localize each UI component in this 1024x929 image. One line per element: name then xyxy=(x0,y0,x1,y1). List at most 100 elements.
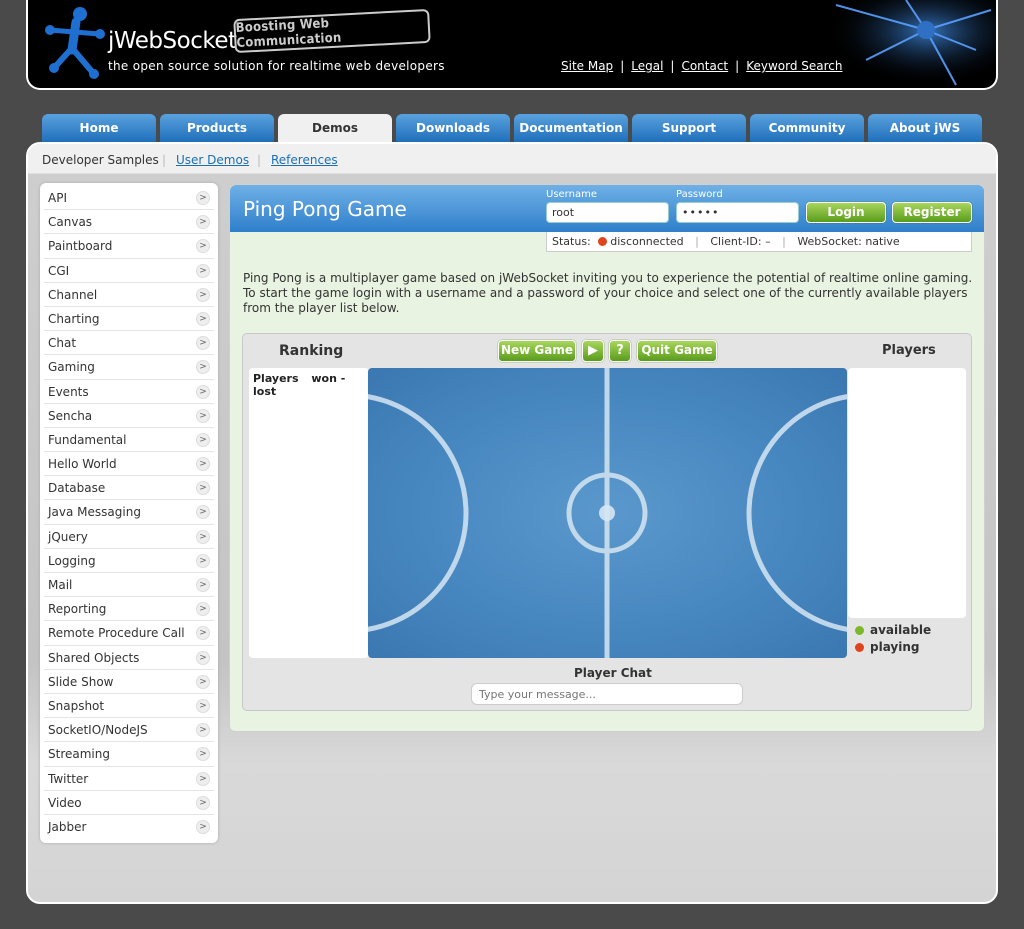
ranking-list: Players won - lost xyxy=(249,368,369,658)
sidebar-item-label: Jabber xyxy=(48,819,87,834)
chevron-right-icon: > xyxy=(196,819,210,834)
sidebar-item-database[interactable]: Database > xyxy=(44,476,214,501)
sidebar-item-channel[interactable]: Channel > xyxy=(44,283,214,307)
subnav-user-demos-link[interactable]: User Demos xyxy=(176,153,249,167)
game-court[interactable] xyxy=(368,368,847,658)
tab-documentation[interactable]: Documentation xyxy=(514,114,628,144)
title-bar: Ping Pong Game Username root Password ••… xyxy=(230,185,984,232)
sidebar-item-label: Paintboard xyxy=(48,239,113,254)
sidebar-item-events[interactable]: Events > xyxy=(44,380,214,404)
login-button[interactable]: Login xyxy=(806,202,886,223)
sidebar-item-reporting[interactable]: Reporting > xyxy=(44,597,214,622)
subnav-references-link[interactable]: References xyxy=(271,153,338,167)
header-links: Site Map | Legal | Contact | Keyword Search xyxy=(561,59,842,73)
chat-message-input[interactable] xyxy=(471,683,743,705)
tab-downloads[interactable]: Downloads xyxy=(396,114,510,144)
tab-demos[interactable]: Demos xyxy=(278,114,392,144)
sidebar-item-chat[interactable]: Chat > xyxy=(44,331,214,356)
play-icon[interactable]: ▶ xyxy=(582,340,604,362)
sidebar-item-logging[interactable]: Logging > xyxy=(44,549,214,573)
sidebar-item-fundamental[interactable]: Fundamental > xyxy=(44,428,214,453)
sidebar-item-hello-world[interactable]: Hello World > xyxy=(44,452,214,477)
chevron-right-icon: > xyxy=(196,457,210,472)
sidebar-item-gaming[interactable]: Gaming > xyxy=(44,355,214,380)
sidebar-item-label: Remote Procedure Call xyxy=(48,626,185,641)
sidebar-item-streaming[interactable]: Streaming > xyxy=(44,742,214,767)
sidebar-item-label: jQuery xyxy=(48,529,88,544)
legal-link[interactable]: Legal xyxy=(631,59,663,73)
sidebar-item-label: SocketIO/NodeJS xyxy=(48,723,148,738)
sidebar-item-label: CGI xyxy=(48,263,70,278)
sidebar-item-charting[interactable]: Charting > xyxy=(44,307,214,332)
sidebar-item-slide-show[interactable]: Slide Show > xyxy=(44,670,214,694)
sidebar-item-sencha[interactable]: Sencha > xyxy=(44,404,214,428)
chevron-right-icon: > xyxy=(196,553,210,568)
slogan-badge: Boosting Web Communication xyxy=(233,8,431,54)
sidebar-item-label: Video xyxy=(48,795,82,810)
chevron-right-icon: > xyxy=(196,336,210,351)
client-id: Client-ID: – xyxy=(710,235,771,248)
chevron-right-icon: > xyxy=(196,674,210,689)
legend-playing: playing xyxy=(855,640,920,654)
site-header: jWebSocket Boosting Web Communication th… xyxy=(26,0,998,90)
sidebar-item-label: Events xyxy=(48,384,89,399)
help-icon[interactable]: ? xyxy=(609,340,631,362)
page-title: Ping Pong Game xyxy=(243,197,407,221)
sidebar-item-paintboard[interactable]: Paintboard > xyxy=(44,234,214,259)
sidebar-item-twitter[interactable]: Twitter > xyxy=(44,767,214,791)
sidebar-item-socketio-nodejs[interactable]: SocketIO/NodeJS > xyxy=(44,718,214,743)
password-label: Password xyxy=(676,189,723,200)
site-map-link[interactable]: Site Map xyxy=(561,59,613,73)
available-dot-icon xyxy=(855,626,864,635)
password-input[interactable]: ••••• xyxy=(676,202,799,223)
tab-home[interactable]: Home xyxy=(42,114,156,144)
sidebar-item-cgi[interactable]: CGI > xyxy=(44,259,214,283)
sidebar-item-label: Charting xyxy=(48,311,100,326)
chevron-right-icon: > xyxy=(196,795,210,810)
chevron-right-icon: > xyxy=(196,311,210,326)
chevron-right-icon: > xyxy=(196,287,210,302)
chevron-right-icon: > xyxy=(196,747,210,762)
contact-link[interactable]: Contact xyxy=(681,59,728,73)
sidebar-item-java-messaging[interactable]: Java Messaging > xyxy=(44,500,214,525)
chevron-right-icon: > xyxy=(196,481,210,496)
jwebsocket-figure-icon[interactable] xyxy=(42,4,108,80)
sidebar-item-shared-objects[interactable]: Shared Objects > xyxy=(44,646,214,670)
chevron-right-icon: > xyxy=(196,771,210,786)
quit-game-button[interactable]: Quit Game xyxy=(637,340,717,362)
legend-playing-label: playing xyxy=(870,640,920,654)
status-dot-icon xyxy=(598,237,608,246)
player-chat-title: Player Chat xyxy=(574,666,652,680)
tab-products[interactable]: Products xyxy=(160,114,274,144)
sidebar-item-label: Gaming xyxy=(48,360,95,375)
sidebar-item-api[interactable]: API > xyxy=(44,186,214,211)
tab-community[interactable]: Community xyxy=(750,114,864,144)
sidebar-item-jquery[interactable]: jQuery > xyxy=(44,525,214,549)
sidebar-item-snapshot[interactable]: Snapshot > xyxy=(44,694,214,719)
chevron-right-icon: > xyxy=(196,263,210,278)
separator: | xyxy=(735,59,740,73)
page-description: Ping Pong is a multiplayer game based on… xyxy=(243,271,973,315)
chevron-right-icon: > xyxy=(196,384,210,399)
sidebar-item-canvas[interactable]: Canvas > xyxy=(44,210,214,235)
logo-text[interactable]: jWebSocket xyxy=(108,28,237,54)
sidebar-item-label: Shared Objects xyxy=(48,650,140,665)
username-input[interactable]: root xyxy=(546,202,669,223)
new-game-button[interactable]: New Game xyxy=(498,340,576,362)
separator: | xyxy=(162,153,167,167)
sidebar-item-label: Database xyxy=(48,481,106,496)
sidebar-item-mail[interactable]: Mail > xyxy=(44,573,214,598)
tab-about[interactable]: About jWS xyxy=(868,114,982,144)
register-button[interactable]: Register xyxy=(892,202,972,223)
chevron-right-icon: > xyxy=(196,578,210,592)
players-list xyxy=(848,368,966,618)
ranking-title: Ranking xyxy=(279,343,344,359)
chevron-right-icon: > xyxy=(196,723,210,738)
sidebar-item-jabber[interactable]: Jabber > xyxy=(44,815,214,839)
subnav-current[interactable]: Developer Samples xyxy=(42,153,159,167)
tab-support[interactable]: Support xyxy=(632,114,746,144)
sidebar-item-remote-procedure-call[interactable]: Remote Procedure Call > xyxy=(44,621,214,646)
legend-available: available xyxy=(855,623,931,637)
chevron-right-icon: > xyxy=(196,650,210,665)
sidebar-item-video[interactable]: Video > xyxy=(44,791,214,815)
